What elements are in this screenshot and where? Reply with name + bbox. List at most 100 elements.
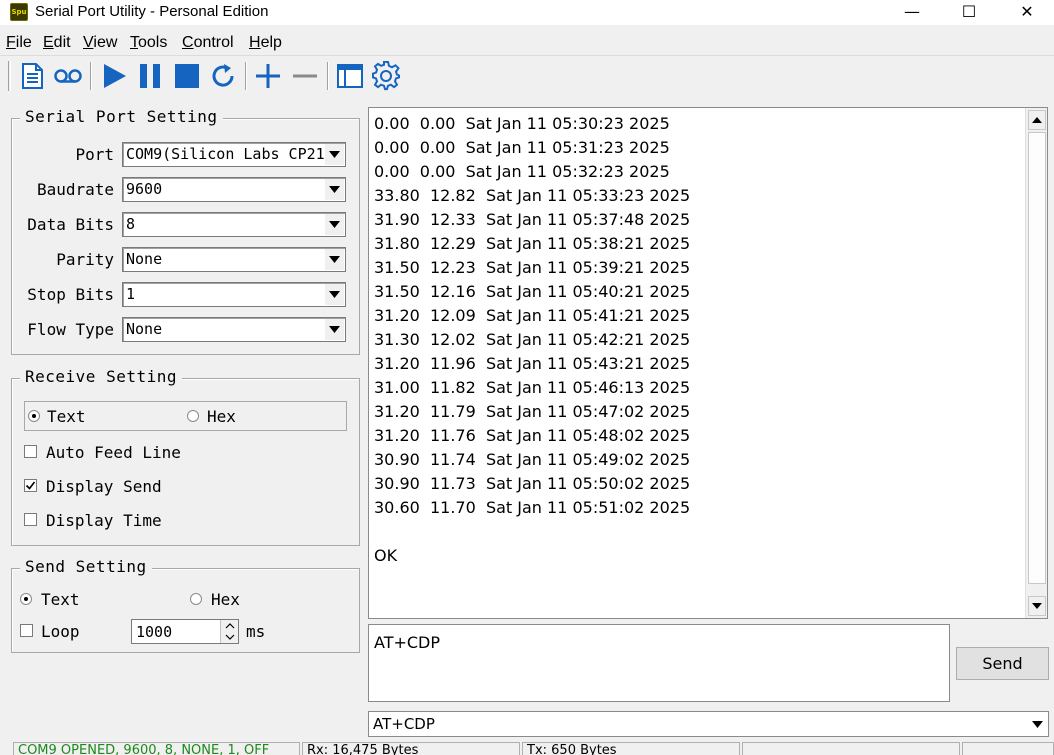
chevron-down-icon [325, 144, 344, 165]
chevron-up-icon [1032, 117, 1042, 123]
receive-line: 31.00 11.82 Sat Jan 11 05:46:13 2025 [374, 378, 691, 397]
record-button[interactable] [51, 59, 85, 93]
receive-line: 33.80 12.82 Sat Jan 11 05:33:23 2025 [374, 186, 691, 205]
add-button[interactable] [251, 59, 285, 93]
menu-view[interactable]: View [83, 34, 117, 52]
send-text-radio[interactable] [20, 593, 32, 605]
status-panel-empty [962, 742, 1054, 755]
send-history-value: AT+CDP [373, 715, 435, 733]
receive-scrollbar[interactable] [1025, 108, 1047, 618]
send-button[interactable]: Send [956, 647, 1049, 680]
parity-select[interactable]: None [122, 247, 346, 272]
refresh-icon [212, 64, 234, 87]
receive-line: 0.00 0.00 Sat Jan 11 05:32:23 2025 [374, 162, 670, 181]
remove-button[interactable] [288, 59, 322, 93]
record-icon [54, 69, 82, 83]
toolbar-separator [245, 62, 247, 90]
receive-hex-label: Hex [207, 407, 236, 426]
pause-icon [140, 64, 160, 88]
port-value: COM9(Silicon Labs CP210x USB to UART Bri… [126, 145, 345, 163]
chevron-down-icon [325, 284, 344, 305]
parity-value: None [126, 250, 163, 268]
receive-line: 30.90 11.73 Sat Jan 11 05:50:02 2025 [374, 474, 691, 493]
stepper-buttons[interactable] [220, 620, 238, 643]
interval-unit-label: ms [246, 622, 266, 641]
stop-bits-select[interactable]: 1 [122, 282, 346, 307]
window-button[interactable] [333, 59, 367, 93]
new-document-button[interactable] [15, 59, 49, 93]
receive-text-radio[interactable] [28, 410, 40, 422]
minimize-button[interactable]: — [883, 0, 941, 25]
receive-hex-radio[interactable] [187, 410, 199, 422]
chevron-down-icon[interactable] [222, 632, 238, 643]
settings-button[interactable] [369, 59, 403, 93]
title-bar: Spu Serial Port Utility - Personal Editi… [0, 0, 1054, 25]
chevron-up-icon[interactable] [222, 620, 238, 631]
play-button[interactable] [97, 59, 131, 93]
receive-line: 31.50 12.23 Sat Jan 11 05:39:21 2025 [374, 258, 691, 277]
receive-line: 30.60 11.70 Sat Jan 11 05:51:02 2025 [374, 498, 691, 517]
display-send-checkbox[interactable] [24, 479, 37, 492]
receive-line: 30.90 11.74 Sat Jan 11 05:49:02 2025 [374, 450, 691, 469]
scroll-thumb[interactable] [1028, 132, 1046, 584]
pause-button[interactable] [133, 59, 167, 93]
menu-tools[interactable]: Tools [130, 34, 167, 52]
scroll-up-button[interactable] [1028, 110, 1046, 130]
menu-help[interactable]: Help [249, 34, 282, 52]
receive-textarea[interactable]: 0.00 0.00 Sat Jan 11 05:30:23 2025 0.00 0… [368, 107, 1048, 619]
menu-file[interactable]: File [6, 34, 32, 52]
stop-icon [175, 64, 199, 88]
receive-line: 31.20 11.76 Sat Jan 11 05:48:02 2025 [374, 426, 691, 445]
send-textarea[interactable]: AT+CDP [368, 624, 950, 702]
receive-lines: 0.00 0.00 Sat Jan 11 05:30:23 2025 0.00 0… [374, 112, 690, 568]
new-document-icon [22, 63, 43, 89]
refresh-button[interactable] [206, 59, 240, 93]
stop-button[interactable] [170, 59, 204, 93]
data-bits-value: 8 [126, 215, 136, 233]
chevron-down-icon [325, 319, 344, 340]
tx-count: Tx: 650 Bytes [522, 742, 740, 755]
add-icon [256, 64, 280, 88]
send-hex-radio[interactable] [190, 593, 202, 605]
play-icon [104, 64, 126, 88]
send-setting-title: Send Setting [20, 557, 152, 576]
receive-line: 31.80 12.29 Sat Jan 11 05:38:21 2025 [374, 234, 691, 253]
receive-text-label: Text [47, 407, 86, 426]
data-bits-label: Data Bits [27, 215, 114, 234]
send-history-select[interactable]: AT+CDP [368, 711, 1049, 737]
receive-line: OK [374, 546, 398, 565]
receive-line: 31.50 12.16 Sat Jan 11 05:40:21 2025 [374, 282, 691, 301]
loop-checkbox[interactable] [20, 624, 33, 637]
auto-feed-line-checkbox[interactable] [24, 445, 37, 458]
chevron-down-icon [1032, 603, 1042, 609]
port-label: Port [75, 145, 114, 164]
toolbar [0, 55, 1054, 95]
menu-edit[interactable]: Edit [43, 34, 71, 52]
baudrate-select[interactable]: 9600 [122, 177, 346, 202]
loop-label: Loop [41, 622, 80, 641]
flow-type-select[interactable]: None [122, 317, 346, 342]
flow-type-value: None [126, 320, 163, 338]
data-bits-select[interactable]: 8 [122, 212, 346, 237]
receive-setting-title: Receive Setting [20, 367, 182, 386]
chevron-down-icon [325, 214, 344, 235]
toolbar-separator [327, 62, 329, 90]
menu-control[interactable]: Control [182, 34, 234, 52]
loop-interval-stepper[interactable]: 1000 [131, 619, 239, 644]
flow-type-label: Flow Type [27, 320, 114, 339]
close-button[interactable]: ✕ [998, 0, 1054, 25]
scroll-down-button[interactable] [1028, 596, 1046, 616]
toolbar-grip[interactable] [8, 61, 11, 91]
maximize-icon: ☐ [961, 2, 977, 21]
receive-line: 31.30 12.02 Sat Jan 11 05:42:21 2025 [374, 330, 691, 349]
stop-bits-value: 1 [126, 285, 136, 303]
display-time-checkbox[interactable] [24, 513, 37, 526]
chevron-down-icon [325, 179, 344, 200]
chevron-down-icon [325, 249, 344, 270]
receive-line: 31.20 12.09 Sat Jan 11 05:41:21 2025 [374, 306, 691, 325]
port-select[interactable]: COM9(Silicon Labs CP210x USB to UART Bri… [122, 142, 346, 167]
remove-icon [293, 74, 317, 78]
maximize-button[interactable]: ☐ [940, 0, 998, 25]
status-panel-empty [742, 742, 960, 755]
send-hex-label: Hex [211, 590, 240, 609]
